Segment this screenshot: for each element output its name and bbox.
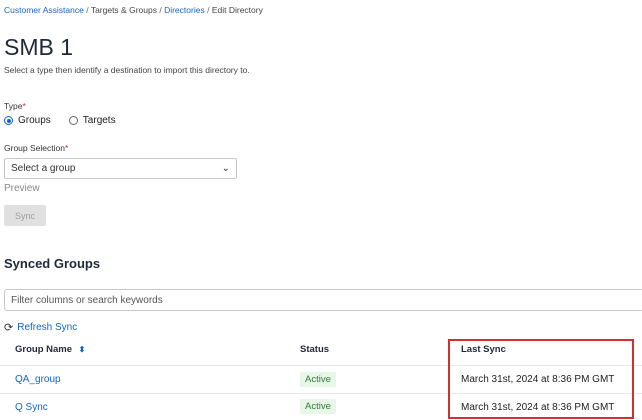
group-select[interactable]: Select a group ⌄: [4, 158, 237, 179]
breadcrumb-separator: /: [86, 5, 89, 15]
highlight-box: [448, 339, 634, 419]
type-label-text: Type: [4, 101, 23, 111]
filter-input[interactable]: [4, 289, 642, 311]
refresh-icon: ⟳: [4, 322, 14, 334]
breadcrumb: Customer Assistance / Targets & Groups /…: [4, 5, 263, 15]
breadcrumb-customer-assistance[interactable]: Customer Assistance: [4, 5, 84, 15]
radio-targets-label[interactable]: Targets: [83, 115, 116, 126]
radio-groups-label[interactable]: Groups: [18, 115, 51, 126]
type-label: Type*: [4, 101, 26, 111]
group-selection-label-text: Group Selection: [4, 143, 65, 153]
radio-groups[interactable]: [4, 116, 13, 125]
breadcrumb-separator: /: [159, 5, 162, 15]
radio-targets[interactable]: [68, 116, 78, 125]
breadcrumb-directories[interactable]: Directories: [164, 5, 205, 15]
column-header-group-name[interactable]: Group Name ⬍: [15, 344, 85, 355]
group-select-placeholder: Select a group: [11, 163, 76, 174]
type-radio-group: Groups Targets: [4, 115, 134, 126]
column-header-status: Status: [300, 344, 330, 355]
preview-label: Preview: [4, 183, 40, 194]
breadcrumb-edit-directory: Edit Directory: [211, 5, 263, 15]
breadcrumb-separator: /: [207, 5, 210, 15]
sync-button[interactable]: Sync: [4, 205, 46, 226]
required-mark: *: [64, 143, 69, 153]
chevron-down-icon: ⌄: [221, 163, 230, 174]
column-header-group-name-label: Group Name: [15, 344, 73, 355]
refresh-sync-link[interactable]: ⟳ Refresh Sync: [4, 321, 77, 334]
group-selection-label: Group Selection*: [4, 143, 68, 153]
sort-icon[interactable]: ⬍: [79, 345, 86, 354]
refresh-sync-label: Refresh Sync: [17, 322, 78, 333]
required-mark: *: [22, 101, 26, 111]
page-title: SMB 1: [4, 34, 74, 60]
group-name-link[interactable]: QA_group: [15, 374, 61, 385]
breadcrumb-targets-groups: Targets & Groups: [90, 5, 157, 15]
synced-groups-title: Synced Groups: [4, 256, 101, 271]
page-subtitle: Select a type then identify a destinatio…: [4, 65, 250, 75]
status-badge: Active: [300, 372, 336, 387]
group-name-link[interactable]: Q Sync: [15, 402, 48, 413]
status-badge: Active: [300, 399, 336, 414]
